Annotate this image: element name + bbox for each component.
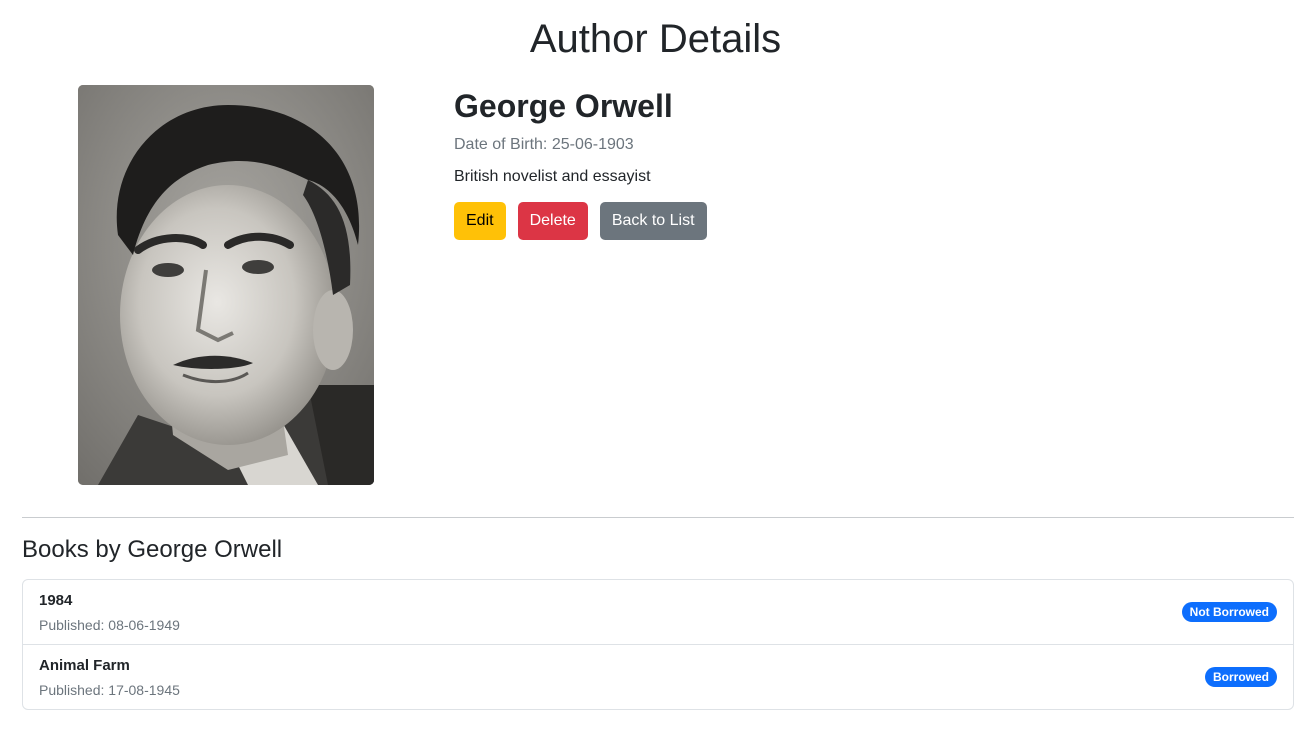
book-title: Animal Farm	[39, 657, 130, 674]
published-date: 08-06-1949	[108, 617, 180, 633]
list-item[interactable]: Animal Farm Published: 17-08-1945 Borrow…	[23, 645, 1293, 709]
status-badge: Not Borrowed	[1181, 602, 1277, 622]
dob-value: 25-06-1903	[551, 136, 634, 153]
published-label: Published:	[39, 682, 105, 698]
published-label: Published:	[39, 617, 105, 633]
book-title: 1984	[39, 592, 73, 609]
page-title: Author Details	[529, 17, 782, 61]
books-heading: Books by George Orwell	[22, 536, 283, 563]
dob-label: Date of Birth:	[454, 136, 548, 153]
author-section: George Orwell Date of Birth: 25-06-1903 …	[22, 85, 1294, 485]
author-actions: Edit Delete Back to List	[454, 202, 707, 240]
book-published: Published: 17-08-1945	[39, 681, 1277, 699]
delete-button[interactable]: Delete	[517, 202, 588, 240]
book-published: Published: 08-06-1949	[39, 616, 1277, 634]
back-to-list-button[interactable]: Back to List	[599, 202, 707, 240]
author-details-page: Author Details George Orwell Date of Bir…	[0, 0, 1311, 732]
author-info: George Orwell Date of Birth: 25-06-1903 …	[454, 85, 707, 240]
status-badge: Borrowed	[1204, 667, 1277, 687]
edit-button[interactable]: Edit	[454, 202, 506, 240]
author-name: George Orwell	[454, 88, 673, 124]
author-bio: British novelist and essayist	[454, 168, 651, 185]
book-list: 1984 Published: 08-06-1949 Not Borrowed …	[22, 579, 1294, 710]
author-dob: Date of Birth: 25-06-1903	[454, 134, 707, 156]
author-portrait-image	[78, 85, 374, 485]
list-item[interactable]: 1984 Published: 08-06-1949 Not Borrowed	[23, 580, 1293, 645]
author-photo	[78, 85, 374, 485]
section-divider	[22, 517, 1294, 518]
published-date: 17-08-1945	[108, 682, 180, 698]
